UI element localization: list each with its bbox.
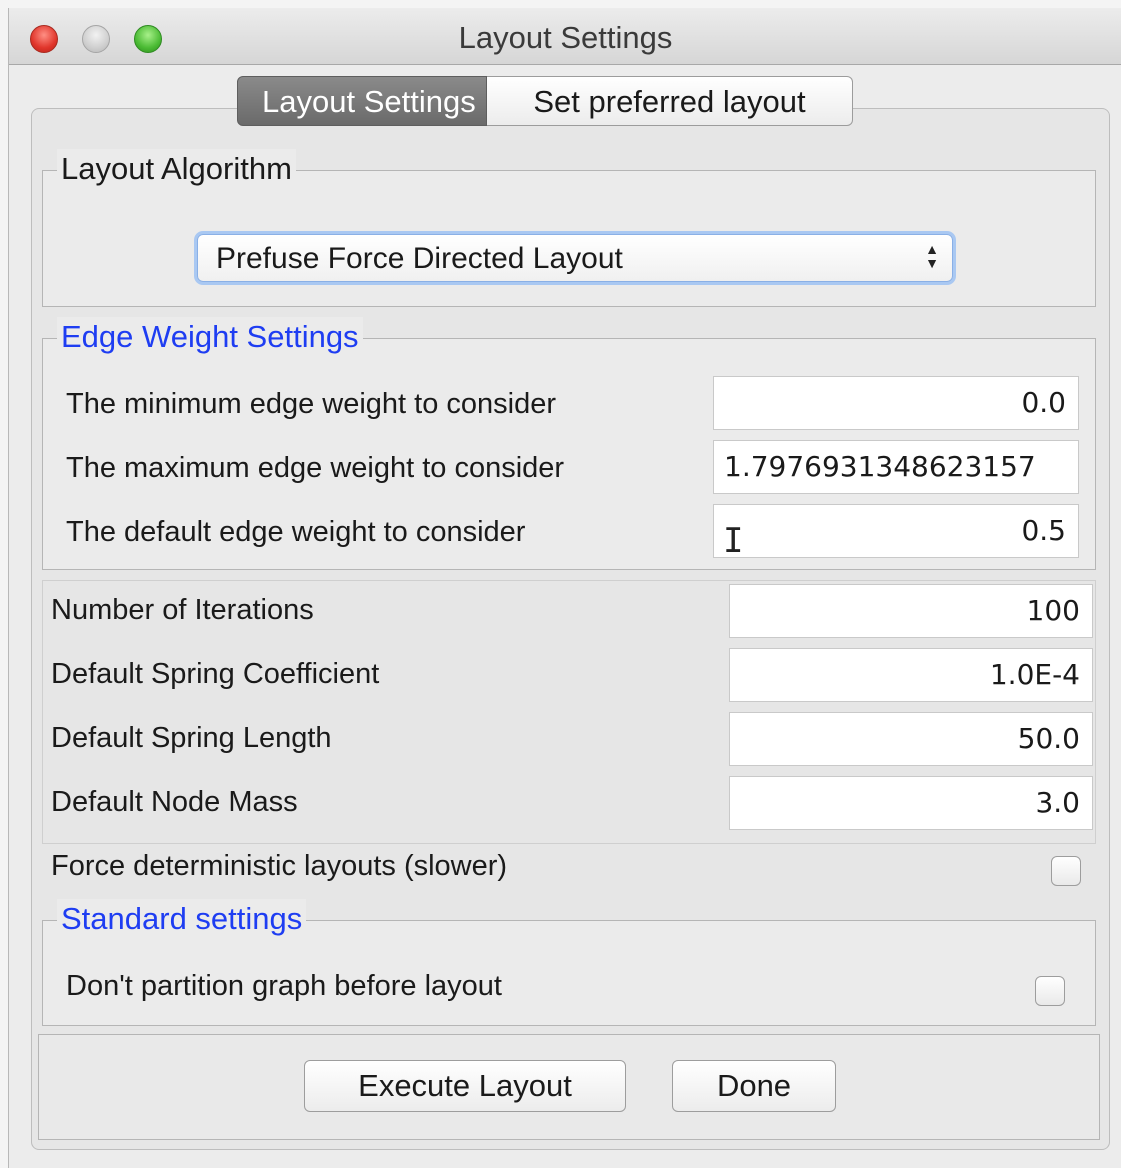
text-cursor-icon: I <box>723 521 744 561</box>
edge-weight-settings-legend: Edge Weight Settings <box>57 317 363 357</box>
spring-length-field[interactable]: 50.0 <box>729 712 1093 766</box>
window-title: Layout Settings <box>458 20 673 55</box>
execute-layout-button[interactable]: Execute Layout <box>304 1060 626 1112</box>
layout-algorithm-selected-value: Prefuse Force Directed Layout <box>216 242 623 275</box>
default-edge-weight-field[interactable]: 0.5 <box>713 504 1079 558</box>
iterations-field[interactable]: 100 <box>729 584 1093 638</box>
done-button[interactable]: Done <box>672 1060 836 1112</box>
node-mass-label: Default Node Mass <box>51 786 298 818</box>
layout-algorithm-select[interactable]: Prefuse Force Directed Layout ▲ ▼ <box>197 234 953 282</box>
min-edge-weight-field[interactable]: 0.0 <box>713 376 1079 430</box>
spring-coefficient-field[interactable]: 1.0E-4 <box>729 648 1093 702</box>
layout-algorithm-legend: Layout Algorithm <box>57 149 296 189</box>
partition-checkbox[interactable] <box>1035 976 1065 1006</box>
max-edge-weight-field[interactable]: 1.7976931348623157 <box>713 440 1079 494</box>
title-bar: Layout Settings <box>9 8 1121 65</box>
layout-settings-window: Layout Settings Layout Settings Set pref… <box>8 8 1121 1168</box>
partition-label: Don't partition graph before layout <box>66 970 502 1002</box>
node-mass-field[interactable]: 3.0 <box>729 776 1093 830</box>
deterministic-label: Force deterministic layouts (slower) <box>51 850 508 882</box>
min-edge-weight-label: The minimum edge weight to consider <box>66 388 557 420</box>
spring-coefficient-label: Default Spring Coefficient <box>51 658 380 690</box>
standard-settings-legend: Standard settings <box>57 899 307 939</box>
deterministic-checkbox[interactable] <box>1051 856 1081 886</box>
tab-set-preferred-layout[interactable]: Set preferred layout <box>487 76 853 126</box>
max-edge-weight-label: The maximum edge weight to consider <box>66 452 565 484</box>
select-arrows-icon: ▲ ▼ <box>925 241 939 271</box>
iterations-label: Number of Iterations <box>51 594 314 626</box>
default-edge-weight-label: The default edge weight to consider <box>66 516 526 548</box>
tab-layout-settings[interactable]: Layout Settings <box>237 76 487 126</box>
tab-bar: Layout Settings Set preferred layout <box>237 76 853 132</box>
spring-length-label: Default Spring Length <box>51 722 332 754</box>
